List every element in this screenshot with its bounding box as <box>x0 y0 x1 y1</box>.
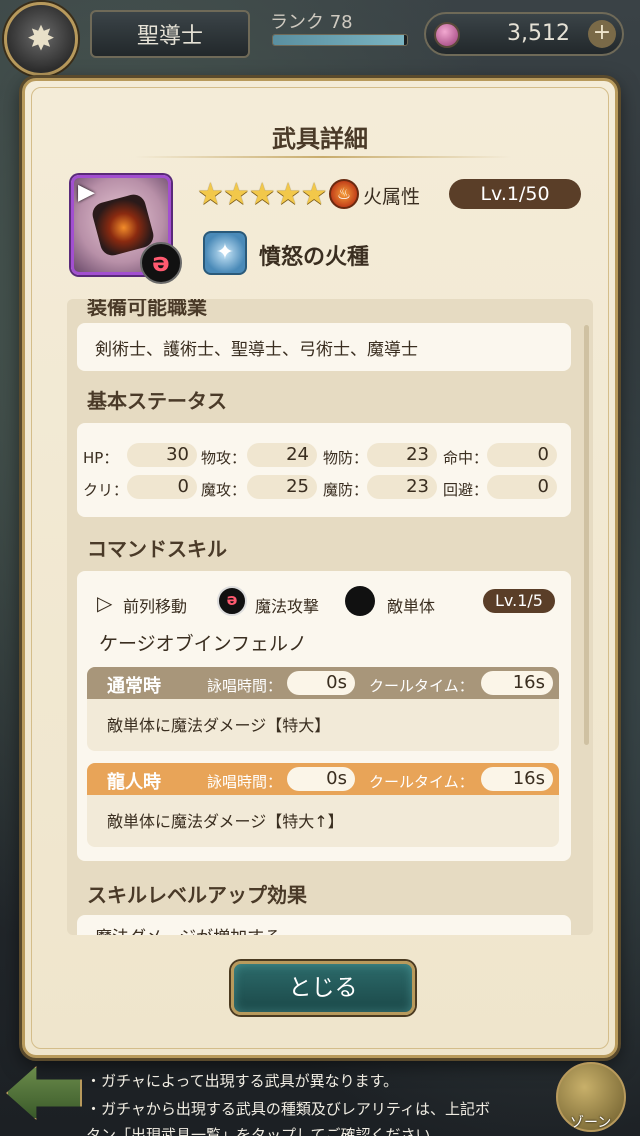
title-divider <box>135 156 511 158</box>
single-target-icon <box>345 586 375 616</box>
stat-label: 物攻： <box>201 449 247 467</box>
modal-title: 武具詳細 <box>272 125 368 153</box>
weapon-icon[interactable]: ▶ ə <box>71 175 182 284</box>
class-name: 聖導士 <box>90 10 250 58</box>
equip-jobs-title: 装備可能職業 <box>87 299 207 319</box>
skill-levelup-text: 魔法ダメージが増加する <box>95 923 281 935</box>
stat-value: 24 <box>247 443 317 467</box>
stat-value: 23 <box>367 443 437 467</box>
gacha-note: ・ガチャによって出現する武具が異なります。 <box>86 1072 399 1090</box>
move-icon: ▷ <box>97 591 113 615</box>
cooldown-label: クールタイム： <box>369 677 474 695</box>
close-button[interactable]: とじる <box>231 961 415 1015</box>
add-gem-button[interactable]: + <box>588 20 616 48</box>
rank-progress-bar <box>272 34 408 46</box>
command-skill-title: コマンドスキル <box>87 537 227 561</box>
stat-label: 魔攻： <box>201 481 247 499</box>
base-status-card: HP： 30 物攻： 24 物防： 23 命中： 0 クリ： 0 魔攻： 25 … <box>77 423 571 517</box>
dragon-mode-box: 龍人時 詠唱時間： 0s クールタイム： 16s 敵単体に魔法ダメージ【特大↑】 <box>87 763 559 847</box>
dragon-mode-header: 龍人時 詠唱時間： 0s クールタイム： 16s <box>87 763 559 795</box>
command-skill-card: ▷ 前列移動 ə 魔法攻撃 敵単体 Lv.1/5 ケージオブインフェルノ 通常時… <box>77 571 571 861</box>
gem-counter: 3,512 + <box>424 12 624 56</box>
stat-value: 25 <box>247 475 317 499</box>
cooldown-value: 16s <box>481 671 553 695</box>
stat-value: 0 <box>487 443 557 467</box>
stat-value: 0 <box>487 475 557 499</box>
dragon-mode-description: 敵単体に魔法ダメージ【特大↑】 <box>107 812 344 831</box>
magic-attack-icon: ə <box>217 586 247 616</box>
class-emblem-icon[interactable]: ✸ <box>4 2 78 76</box>
skill-level-badge: Lv.1/5 <box>483 589 555 613</box>
cooldown-label: クールタイム： <box>369 773 474 791</box>
stat-value: 23 <box>367 475 437 499</box>
zone-label: ゾーン <box>570 1115 612 1131</box>
weapon-name: 憤怒の火種 <box>259 245 370 270</box>
skill-levelup-title: スキルレベルアップ効果 <box>87 883 307 907</box>
stat-label: HP： <box>83 449 119 467</box>
play-icon: ▶ <box>78 180 95 205</box>
gem-icon <box>434 22 460 48</box>
gem-count: 3,512 <box>507 21 570 46</box>
stat-label: 物防： <box>323 449 369 467</box>
scrollbar[interactable] <box>584 325 589 745</box>
target-label: 敵単体 <box>387 597 436 616</box>
cooldown-value: 16s <box>481 767 553 791</box>
stat-label: 命中： <box>443 449 489 467</box>
gacha-note: タン「出現武具一覧」をタップしてご確認ください。 <box>86 1126 446 1136</box>
cast-time-label: 詠唱時間： <box>207 773 283 791</box>
cast-time-value: 0s <box>287 671 355 695</box>
stat-value: 30 <box>127 443 197 467</box>
dragon-mode-title: 龍人時 <box>107 772 161 793</box>
detail-scroll-area[interactable]: 装備可能職業 剣術士、護術士、聖導士、弓術士、魔導士 基本ステータス HP： 3… <box>67 299 593 935</box>
attack-label: 魔法攻撃 <box>255 597 320 616</box>
move-label: 前列移動 <box>123 597 188 616</box>
normal-mode-description: 敵単体に魔法ダメージ【特大】 <box>107 716 331 735</box>
stat-label: 魔防： <box>323 481 369 499</box>
stat-label: 回避： <box>443 481 489 499</box>
rank-progress-fill <box>273 35 405 45</box>
fire-element-icon: ♨ <box>329 179 359 209</box>
cast-time-value: 0s <box>287 767 355 791</box>
rank-label: ランク 78 <box>270 12 353 33</box>
magic-attack-icon: ə <box>140 242 182 284</box>
sparkle-icon: ✦ <box>203 231 247 275</box>
normal-mode-header: 通常時 詠唱時間： 0s クールタイム： 16s <box>87 667 559 699</box>
skill-name: ケージオブインフェルノ <box>99 633 308 655</box>
weapon-detail-modal: 武具詳細 ▶ ə ★★★★★ ♨ 火属性 Lv.1/50 ✦ 憤怒の火種 装備可… <box>22 78 618 1058</box>
rarity-stars: ★★★★★ <box>197 177 327 212</box>
cast-time-label: 詠唱時間： <box>207 677 283 695</box>
top-status-bar: ✸ 聖導士 ランク 78 3,512 + <box>0 0 640 76</box>
skill-levelup-card: 魔法ダメージが増加する <box>77 915 571 935</box>
gacha-note: ・ガチャから出現する武具の種類及びレアリティは、上記ボ <box>86 1100 490 1118</box>
stat-label: クリ： <box>83 481 129 499</box>
base-status-title: 基本ステータス <box>87 389 227 413</box>
normal-mode-box: 通常時 詠唱時間： 0s クールタイム： 16s 敵単体に魔法ダメージ【特大】 <box>87 667 559 751</box>
equip-jobs-card: 剣術士、護術士、聖導士、弓術士、魔導士 <box>77 323 571 371</box>
weapon-level-badge: Lv.1/50 <box>449 179 581 209</box>
normal-mode-title: 通常時 <box>107 676 161 697</box>
equip-jobs-list: 剣術士、護術士、聖導士、弓術士、魔導士 <box>95 340 418 360</box>
stat-value: 0 <box>127 475 197 499</box>
element-label: 火属性 <box>363 186 421 208</box>
